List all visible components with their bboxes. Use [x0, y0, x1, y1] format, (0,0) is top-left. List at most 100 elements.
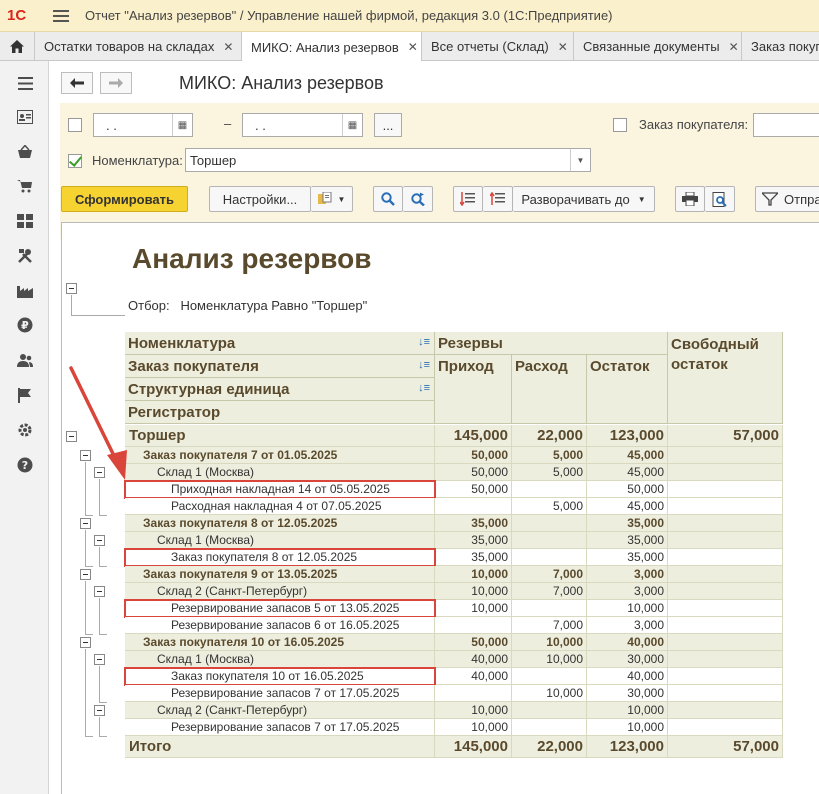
row-income: 10,000 — [435, 719, 512, 735]
row-name: Резервирование запасов 7 от 17.05.2025 — [125, 719, 435, 735]
chevron-down-icon[interactable]: ▼ — [570, 149, 590, 171]
factory-icon[interactable] — [15, 281, 35, 301]
date-from-field[interactable]: . . ▦ — [93, 113, 193, 137]
table-row-unit[interactable]: Склад 1 (Москва) 50,000 5,000 45,000 — [125, 464, 783, 481]
generate-button[interactable]: Сформировать — [61, 186, 188, 212]
menu-icon[interactable] — [53, 9, 69, 22]
table-row-registrar[interactable]: Резервирование запасов 7 от 17.05.2025 10… — [125, 719, 783, 736]
forward-arrow-icon — [109, 78, 123, 88]
date-to-field[interactable]: . . ▦ — [242, 113, 363, 137]
table-row-unit[interactable]: Склад 2 (Санкт-Петербург) 10,000 10,000 — [125, 702, 783, 719]
collapse-header-icon[interactable] — [66, 283, 77, 294]
tools-icon[interactable] — [15, 246, 35, 266]
sort-icon[interactable]: ↓≡ — [418, 359, 430, 371]
period-select-button[interactable]: ... — [374, 113, 402, 137]
order-checkbox[interactable] — [613, 118, 627, 132]
table-row-registrar[interactable]: Резервирование запасов 6 от 16.05.2025 7,… — [125, 617, 783, 634]
expand-groups-button[interactable] — [483, 186, 513, 212]
sort-icon[interactable]: ↓≡ — [418, 382, 430, 394]
close-icon[interactable]: ✕ — [729, 40, 739, 54]
table-row-total[interactable]: Итого 145,000 22,000 123,000 57,000 — [125, 736, 783, 758]
variants-button[interactable]: ▼ — [311, 186, 353, 212]
table-row-order[interactable]: Заказ покупателя 7 от 01.05.2025 50,000 5,… — [125, 447, 783, 464]
form-content: МИКО: Анализ резервов . . ▦ – . . ▦ ... … — [49, 61, 819, 794]
close-icon[interactable]: ✕ — [223, 40, 233, 54]
tab-reserves-analysis[interactable]: МИКО: Анализ резервов ✕ — [242, 32, 422, 62]
nomenclature-checkbox[interactable] — [68, 154, 82, 168]
calendar-icon[interactable]: ▦ — [172, 114, 192, 136]
row-expense — [512, 600, 587, 616]
table-row-unit[interactable]: Склад 1 (Москва) 35,000 35,000 — [125, 532, 783, 549]
tree-line — [85, 649, 86, 736]
header-reserves: Резервы — [435, 332, 668, 355]
tab-customer-order[interactable]: Заказ покупа — [742, 32, 819, 61]
sidebar-menu-icon[interactable] — [15, 73, 35, 93]
tab-label: Все отчеты (Склад) — [431, 39, 549, 54]
help-icon[interactable]: ? — [15, 455, 35, 475]
row-income: 35,000 — [435, 532, 512, 548]
row-balance: 3,000 — [587, 617, 668, 633]
row-name: Склад 1 (Москва) — [125, 532, 435, 548]
cart-icon[interactable] — [15, 176, 35, 196]
table-row-order[interactable]: Заказ покупателя 9 от 13.05.2025 10,000 7,… — [125, 566, 783, 583]
calendar-icon[interactable]: ▦ — [342, 114, 362, 136]
collapse-group-icon[interactable] — [66, 431, 77, 442]
row-expense: 5,000 — [512, 447, 587, 463]
row-expense: 7,000 — [512, 617, 587, 633]
table-row-registrar[interactable]: Расходная накладная 4 от 07.05.2025 5,000… — [125, 498, 783, 515]
collapse-group-icon[interactable] — [94, 705, 105, 716]
collapse-group-icon[interactable] — [80, 518, 91, 529]
table-row-order[interactable]: Заказ покупателя 10 от 16.05.2025 50,000 1… — [125, 634, 783, 651]
collapse-group-icon[interactable] — [80, 450, 91, 461]
find-button[interactable] — [373, 186, 403, 212]
nomenclature-field[interactable]: Торшер ▼ — [185, 148, 591, 172]
header-registrar: Регистратор — [125, 401, 435, 424]
print-button[interactable] — [675, 186, 705, 212]
order-field[interactable] — [753, 113, 819, 137]
row-income: 40,000 — [435, 651, 512, 667]
back-button[interactable] — [61, 72, 93, 94]
table-row-nomenclature[interactable]: Торшер 145,000 22,000 123,000 57,000 — [125, 425, 783, 447]
table-row-unit[interactable]: Склад 2 (Санкт-Петербург) 10,000 7,000 3,00… — [125, 583, 783, 600]
settings-button[interactable]: Настройки... — [209, 186, 311, 212]
warehouse-icon[interactable] — [15, 211, 35, 231]
table-row-order[interactable]: Заказ покупателя 8 от 12.05.2025 35,000 35… — [125, 515, 783, 532]
users-icon[interactable] — [15, 350, 35, 370]
tab-stock-balances[interactable]: Остатки товаров на складах ✕ — [35, 32, 242, 61]
collapse-group-icon[interactable] — [94, 654, 105, 665]
tab-all-reports[interactable]: Все отчеты (Склад) ✕ — [422, 32, 574, 61]
tab-related-documents[interactable]: Связанные документы ✕ — [574, 32, 742, 61]
gear-icon[interactable] — [15, 420, 35, 440]
collapse-group-icon[interactable] — [94, 467, 105, 478]
flag-icon[interactable] — [15, 385, 35, 405]
send-button[interactable]: Отпра — [755, 186, 819, 212]
header-reserves-label: Резервы — [438, 335, 503, 352]
collapse-group-icon[interactable] — [80, 637, 91, 648]
close-icon[interactable]: ✕ — [408, 40, 418, 54]
find-next-button[interactable] — [403, 186, 433, 212]
period-checkbox[interactable] — [68, 118, 82, 132]
highlight-frame — [124, 667, 436, 686]
collapse-group-icon[interactable] — [94, 586, 105, 597]
table-row-unit[interactable]: Склад 1 (Москва) 40,000 10,000 30,000 — [125, 651, 783, 668]
collapse-group-icon[interactable] — [94, 535, 105, 546]
preview-button[interactable] — [705, 186, 735, 212]
row-balance: 45,000 — [587, 498, 668, 514]
forward-button[interactable] — [100, 72, 132, 94]
expand-to-dropdown[interactable]: Разворачивать до ▼ — [513, 186, 655, 212]
basket-icon[interactable] — [15, 142, 35, 162]
finance-icon[interactable]: ₽ — [15, 315, 35, 335]
sort-icon[interactable]: ↓≡ — [418, 336, 430, 348]
home-tab[interactable] — [0, 32, 35, 61]
collapse-groups-button[interactable] — [453, 186, 483, 212]
close-icon[interactable]: ✕ — [558, 40, 568, 54]
table-row-registrar[interactable]: Резервирование запасов 7 от 17.05.2025 10… — [125, 685, 783, 702]
row-expense: 5,000 — [512, 464, 587, 480]
row-expense: 22,000 — [512, 425, 587, 446]
chevron-down-icon: ▼ — [637, 194, 646, 204]
row-income: 50,000 — [435, 464, 512, 480]
contacts-icon[interactable] — [15, 107, 35, 127]
group-collapse-icon — [460, 192, 475, 206]
row-balance: 35,000 — [587, 515, 668, 531]
collapse-group-icon[interactable] — [80, 569, 91, 580]
